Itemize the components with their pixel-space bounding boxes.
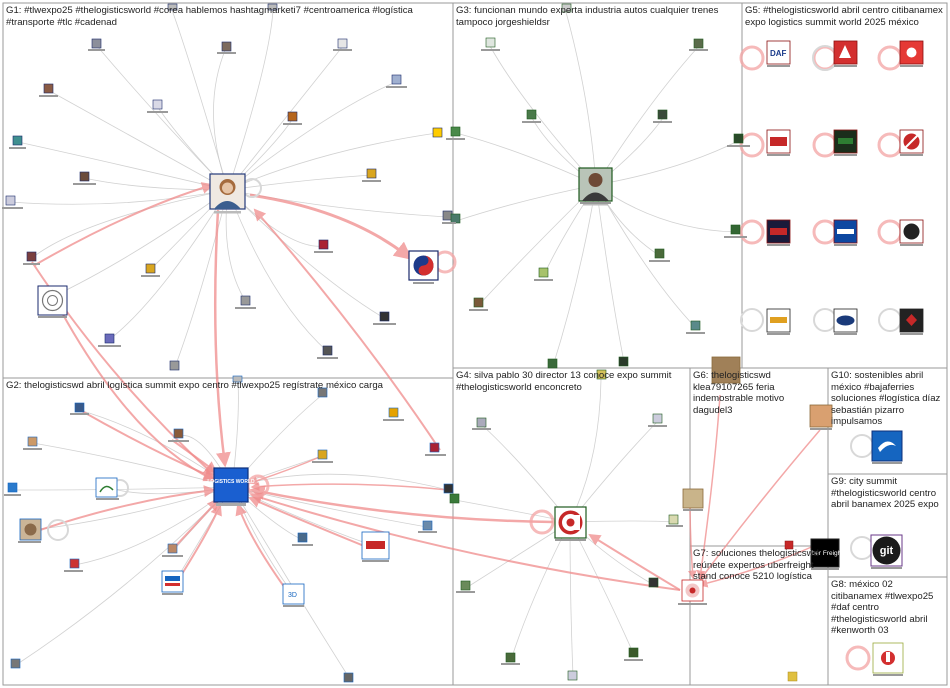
logistics-world-text-1: LOGISTICS WORLD (207, 479, 255, 485)
g5-logo-grid[interactable]: DAF (766, 40, 924, 333)
svg-text:3D: 3D (288, 592, 297, 599)
group-title-g2: G2: thelogisticswd abril logística summi… (6, 380, 383, 391)
node-circle-badge[interactable] (37, 285, 68, 316)
group-title-g7: G7: soluciones thelogisticswd reúnete ex… (693, 548, 819, 582)
g2-large-nodes[interactable]: 3D (19, 477, 390, 605)
group-title-g1: G1: #tlwexpo25 #thelogisticsworld #corea… (6, 5, 413, 28)
group-title-g6: G6: thelogisticswd klea79107265 feria in… (693, 370, 785, 416)
svg-text:DAF: DAF (770, 49, 787, 58)
node-g1-hub[interactable] (209, 173, 246, 214)
node-g4-hub[interactable] (554, 506, 587, 539)
group-title-g3: G3: funcionan mundo experta industria au… (456, 5, 719, 28)
group-title-g5: G5: #thelogisticsworld abril centro citi… (745, 5, 943, 28)
node-logistics-world[interactable] (213, 467, 249, 506)
group-title-g9: G9: city summit #thelogisticsworld centr… (831, 476, 939, 510)
node-g10[interactable] (871, 430, 903, 462)
node-g8-hub[interactable] (872, 642, 904, 674)
group-title-g10: G10: sostenibles abril méxico #bajaferri… (831, 370, 941, 427)
node-korea-logo[interactable] (408, 250, 439, 281)
node-g3-hub[interactable] (578, 167, 613, 206)
git-text: git (880, 545, 894, 557)
group-title-g8: G8: méxico 02 citibanamex #tlwexpo25 #da… (831, 579, 934, 636)
group-title-g4: G4: silva pablo 30 director 13 conoce ex… (456, 370, 672, 393)
g2-small-nodes[interactable] (7, 375, 454, 683)
node-g7-hub[interactable] (681, 579, 798, 682)
edges-g2 (12, 381, 449, 677)
network-graph: DAF 3D LOGISTICS WORLD Uber Freight git (2, 2, 948, 686)
group-box-g2 (2, 377, 454, 686)
